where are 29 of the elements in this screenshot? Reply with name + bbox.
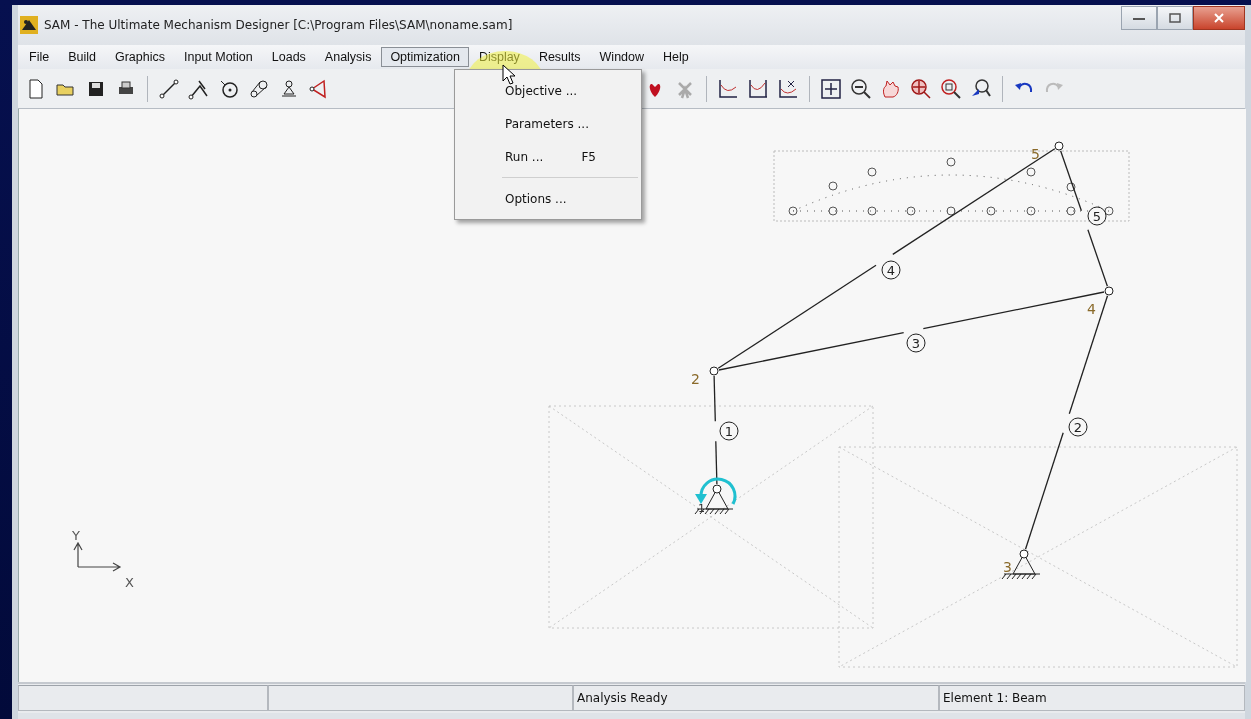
node-label: 4	[1087, 301, 1096, 317]
menu-item[interactable]: File	[20, 47, 59, 67]
node-label: 3	[1003, 559, 1012, 575]
menu-item[interactable]: Graphics	[105, 47, 174, 67]
node-label: 5	[1031, 146, 1040, 162]
element-number: 2	[1068, 417, 1088, 437]
dropdown-item[interactable]: Objective ...	[458, 74, 638, 107]
dropdown-item[interactable]: Run ... F5	[458, 140, 638, 173]
element-number: 4	[881, 260, 901, 280]
window-title: SAM - The Ultimate Mechanism Designer [C:\Program Files\SAM\noname.sam]	[44, 18, 513, 32]
node-label: 1	[698, 502, 705, 515]
dropdown-item[interactable]: Options ...	[458, 182, 638, 215]
element-number: 5	[1087, 206, 1107, 226]
menu-item[interactable]: Build	[59, 47, 105, 67]
menu-item[interactable]: Input Motion	[175, 47, 262, 67]
element-number: 3	[906, 333, 926, 353]
menu-item[interactable]: Loads	[262, 47, 315, 67]
status-element: Element 1: Beam	[939, 685, 1245, 711]
menu-item[interactable]: Optimization	[381, 47, 469, 67]
menu-item[interactable]: Results	[529, 47, 590, 67]
dropdown-item[interactable]: Parameters ...	[458, 107, 638, 140]
status-message: Analysis Ready	[573, 685, 939, 711]
axis-label: Y	[72, 528, 80, 543]
menu-item[interactable]: Window	[590, 47, 654, 67]
element-number: 1	[719, 421, 739, 441]
node-label: 2	[691, 371, 700, 387]
axis-label: X	[125, 575, 134, 590]
menu-item[interactable]: Analysis	[315, 47, 381, 67]
menu-item[interactable]: Help	[654, 47, 698, 67]
